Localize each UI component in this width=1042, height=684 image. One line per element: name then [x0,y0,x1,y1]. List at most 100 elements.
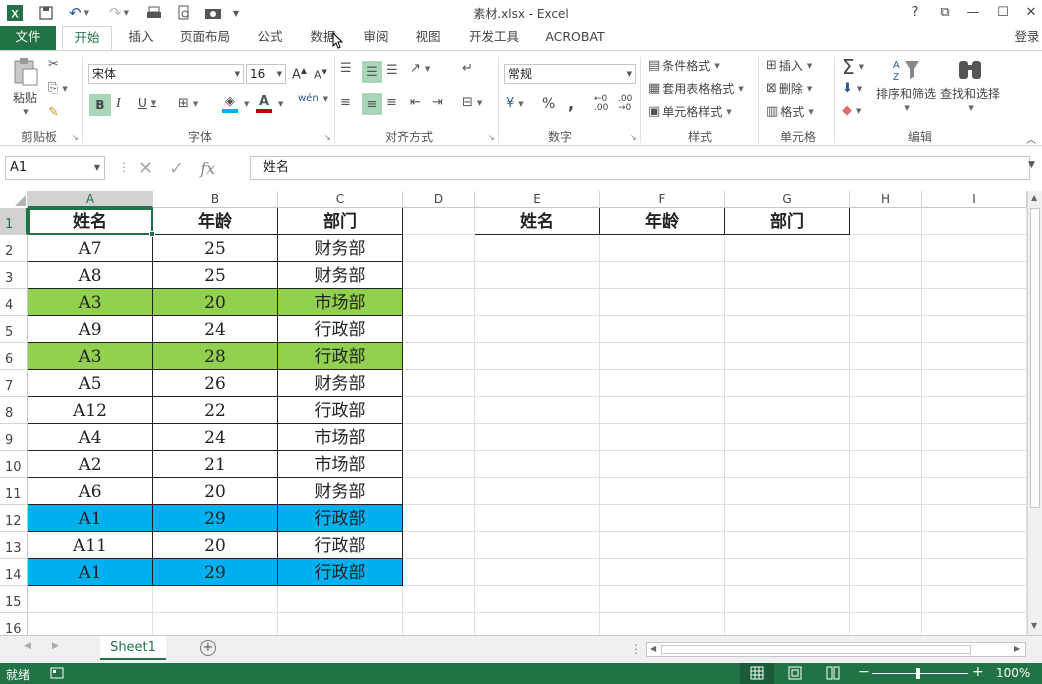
table-cell-a10[interactable]: A2 [28,451,153,478]
minimize-button[interactable]: — [962,3,984,23]
wrap-text-button[interactable]: ↵ [462,61,473,76]
sign-in-link[interactable]: 登录 [1012,26,1042,50]
paste-button[interactable]: 粘贴 ▼ [8,57,42,116]
font-size-combo[interactable]: 16 ▼ [246,64,286,84]
row-header-6[interactable]: 6 [0,343,28,370]
cell-h7[interactable] [850,370,922,397]
font-name-combo[interactable]: 宋体 ▼ [88,64,244,84]
cell-e2[interactable] [475,235,600,262]
table-cell-b1[interactable]: 年龄 [153,208,278,235]
table-cell-c10[interactable]: 市场部 [278,451,403,478]
cell-d2[interactable] [403,235,475,262]
help-button[interactable]: ? [904,3,926,23]
table-cell-a11[interactable]: A6 [28,478,153,505]
horizontal-scrollbar[interactable]: ◀ ▶ [646,642,1026,657]
cell-d11[interactable] [403,478,475,505]
table-cell-b3[interactable]: 25 [153,262,278,289]
cell-g4[interactable] [725,289,850,316]
row-header-7[interactable]: 7 [0,370,28,397]
cell-f3[interactable] [600,262,725,289]
cell-e9[interactable] [475,424,600,451]
phonetic-button[interactable]: wén ▼ [298,93,328,104]
cell-d4[interactable] [403,289,475,316]
scroll-down-icon[interactable]: ▼ [1031,621,1037,630]
column-header-i[interactable]: I [922,191,1027,208]
cell-d5[interactable] [403,316,475,343]
cell-h8[interactable] [850,397,922,424]
scroll-up-icon[interactable]: ▲ [1031,193,1037,202]
table-cell-c4[interactable]: 市场部 [278,289,403,316]
cell-e13[interactable] [475,532,600,559]
table-cell-a3[interactable]: A8 [28,262,153,289]
table-cell-c2[interactable]: 财务部 [278,235,403,262]
cell-i7[interactable] [922,370,1027,397]
vertical-scroll-thumb[interactable] [1030,208,1040,508]
align-middle-button[interactable]: ☰ [362,61,382,83]
column-header-c[interactable]: C [278,191,403,208]
cell-d3[interactable] [403,262,475,289]
tab-view[interactable]: 视图 [408,26,448,50]
row-header-14[interactable]: 14 [0,559,28,586]
table-cell-c11[interactable]: 财务部 [278,478,403,505]
decrease-indent-button[interactable]: ⇤ [410,95,421,110]
insert-cells-button[interactable]: ⊞ 插入 ▼ [766,57,812,74]
cell-h10[interactable] [850,451,922,478]
format-painter-button[interactable]: ✎ [48,105,59,120]
cell-f4[interactable] [600,289,725,316]
cell-h3[interactable] [850,262,922,289]
column-header-d[interactable]: D [403,191,475,208]
font-launcher-icon[interactable]: ↘ [324,133,331,142]
row-header-13[interactable]: 13 [0,532,28,559]
format-cells-button[interactable]: ▥ 格式 ▼ [766,103,814,120]
cell-b16[interactable] [153,613,278,635]
table-cell-b8[interactable]: 22 [153,397,278,424]
delete-cells-button[interactable]: ⊠ 删除 ▼ [766,80,812,97]
cell-e11[interactable] [475,478,600,505]
row-header-5[interactable]: 5 [0,316,28,343]
cell-g8[interactable] [725,397,850,424]
table-cell-a8[interactable]: A12 [28,397,153,424]
column-header-f[interactable]: F [600,191,725,208]
increase-decimal-button[interactable]: ←0.00 [594,95,608,113]
number-launcher-icon[interactable]: ↘ [630,133,637,142]
zoom-slider[interactable] [872,673,968,674]
table-cell-c5[interactable]: 行政部 [278,316,403,343]
cell-d7[interactable] [403,370,475,397]
insert-function-icon[interactable]: fx [200,159,215,178]
autosum-button[interactable]: Σ ▼ [842,55,864,79]
row-header-4[interactable]: 4 [0,289,28,316]
table-cell-e1[interactable]: 姓名 [475,208,600,235]
cell-g10[interactable] [725,451,850,478]
column-header-b[interactable]: B [153,191,278,208]
cell-i16[interactable] [922,613,1027,635]
page-layout-view-icon[interactable] [788,666,802,683]
table-cell-b6[interactable]: 28 [153,343,278,370]
cell-i9[interactable] [922,424,1027,451]
table-cell-a4[interactable]: A3 [28,289,153,316]
table-cell-a5[interactable]: A9 [28,316,153,343]
accounting-format-button[interactable]: ¥ ▼ [506,96,524,111]
cell-e8[interactable] [475,397,600,424]
cell-i1[interactable] [922,208,1027,235]
cell-a16[interactable] [28,613,153,635]
cell-i2[interactable] [922,235,1027,262]
vertical-scrollbar[interactable]: ▲ ▼ [1027,191,1042,635]
table-cell-b10[interactable]: 21 [153,451,278,478]
cell-e14[interactable] [475,559,600,586]
table-cell-b4[interactable]: 20 [153,289,278,316]
cell-i15[interactable] [922,586,1027,613]
cell-e4[interactable] [475,289,600,316]
cell-d13[interactable] [403,532,475,559]
cell-e6[interactable] [475,343,600,370]
cell-e10[interactable] [475,451,600,478]
enter-formula-icon[interactable]: ✓ [169,158,184,179]
decrease-decimal-button[interactable]: .00 →0 [618,95,632,113]
table-cell-b9[interactable]: 24 [153,424,278,451]
cell-f8[interactable] [600,397,725,424]
underline-button[interactable]: U ▼ [138,96,156,110]
table-cell-b11[interactable]: 20 [153,478,278,505]
table-cell-b14[interactable]: 29 [153,559,278,586]
ribbon-display-button[interactable]: ⧉ [934,3,956,23]
cell-d16[interactable] [403,613,475,635]
cell-h12[interactable] [850,505,922,532]
